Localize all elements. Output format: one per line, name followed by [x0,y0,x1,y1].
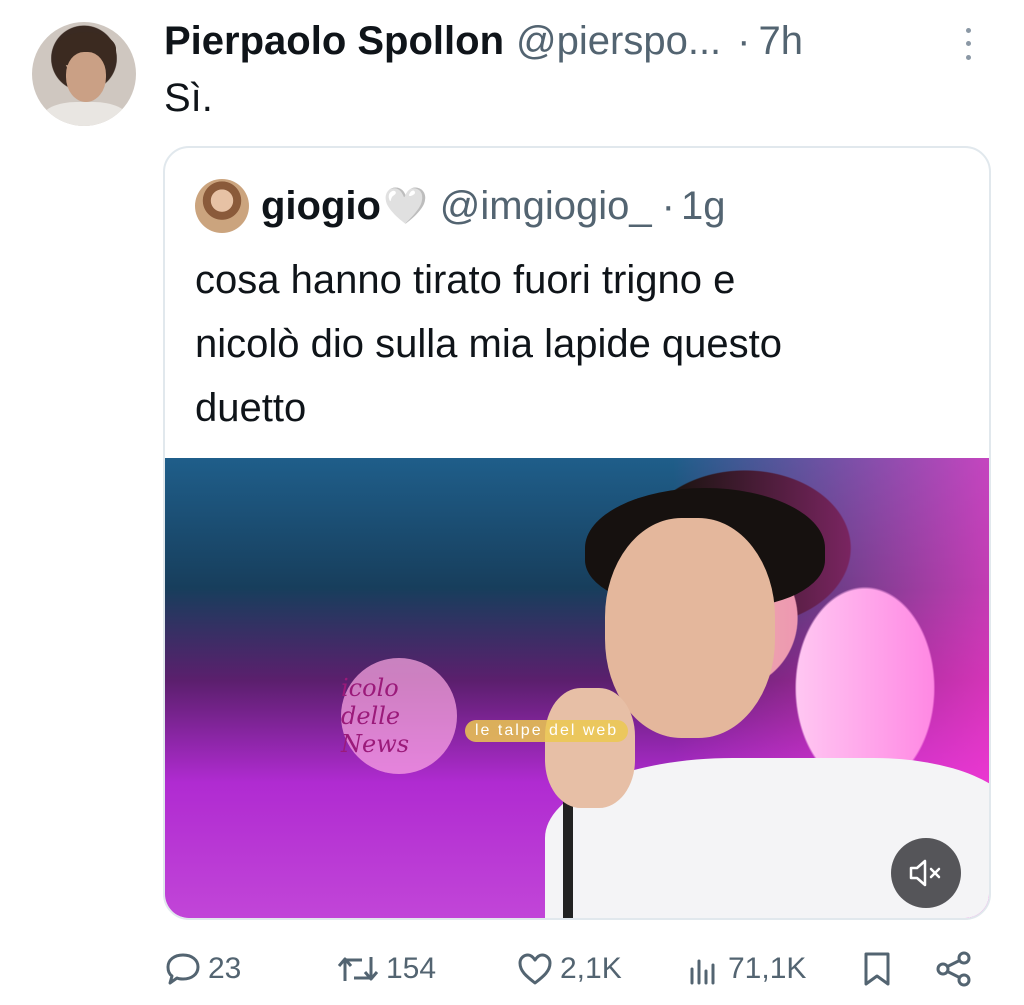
watermark-logo: icolo delle News [341,658,457,774]
quoted-author-name: giogio [261,183,381,228]
bookmark-button[interactable] [860,942,894,996]
quoted-text-line: nicolò dio sulla mia lapide questo [195,322,783,366]
author-avatar[interactable] [32,22,136,126]
more-icon[interactable] [958,24,978,64]
quoted-author-avatar[interactable] [195,179,249,233]
quoted-text-line: cosa hanno tirato fuori trigno e [195,258,736,302]
white-heart-emoji: 🤍 [382,185,428,226]
mute-icon[interactable] [891,838,961,908]
retweet-count: 154 [386,952,437,985]
reply-icon [166,953,200,985]
share-button[interactable] [934,942,974,996]
quoted-tweet[interactable]: giogio 🤍 @imgiogio_ · 1g cosa hanno tira… [163,146,991,920]
author-name[interactable]: Pierpaolo Spollon [164,19,504,64]
heart-icon [518,953,552,985]
quoted-tweet-text: cosa hanno tirato fuori trigno e nicolò … [195,248,965,440]
video-player[interactable]: icolo delle News le talpe del web [165,458,989,918]
views-count: 71,1K [728,952,807,985]
like-button[interactable]: 2,1K [516,942,622,996]
share-icon [936,951,971,987]
retweet-button[interactable]: 154 [336,942,436,996]
singer-face [605,518,775,738]
separator-dot: · [661,183,675,228]
tweet-timestamp[interactable]: 7h [759,19,804,64]
tweet-actions: 23 154 2,1K 71,1K [160,942,980,996]
quoted-text-line: duetto [195,386,307,430]
tweet-text: Sì. [164,76,213,120]
author-handle[interactable]: @pierspo... [516,19,721,64]
views-icon [690,959,715,985]
bookmark-icon [864,952,890,986]
reply-count: 23 [208,952,242,985]
like-count: 2,1K [560,952,622,985]
tweet-header: Pierpaolo Spollon @pierspo... · 7h [164,14,984,68]
quoted-tweet-header: giogio 🤍 @imgiogio_ · 1g [195,176,725,236]
retweet-icon [337,957,379,981]
quoted-author-handle: @imgiogio_ [439,183,652,228]
separator-dot: · [737,18,751,63]
singer-hand [545,688,635,808]
watermark-banner: le talpe del web [465,720,629,742]
quoted-tweet-timestamp: 1g [680,183,726,228]
reply-button[interactable]: 23 [164,942,241,996]
views-button[interactable]: 71,1K [686,942,806,996]
